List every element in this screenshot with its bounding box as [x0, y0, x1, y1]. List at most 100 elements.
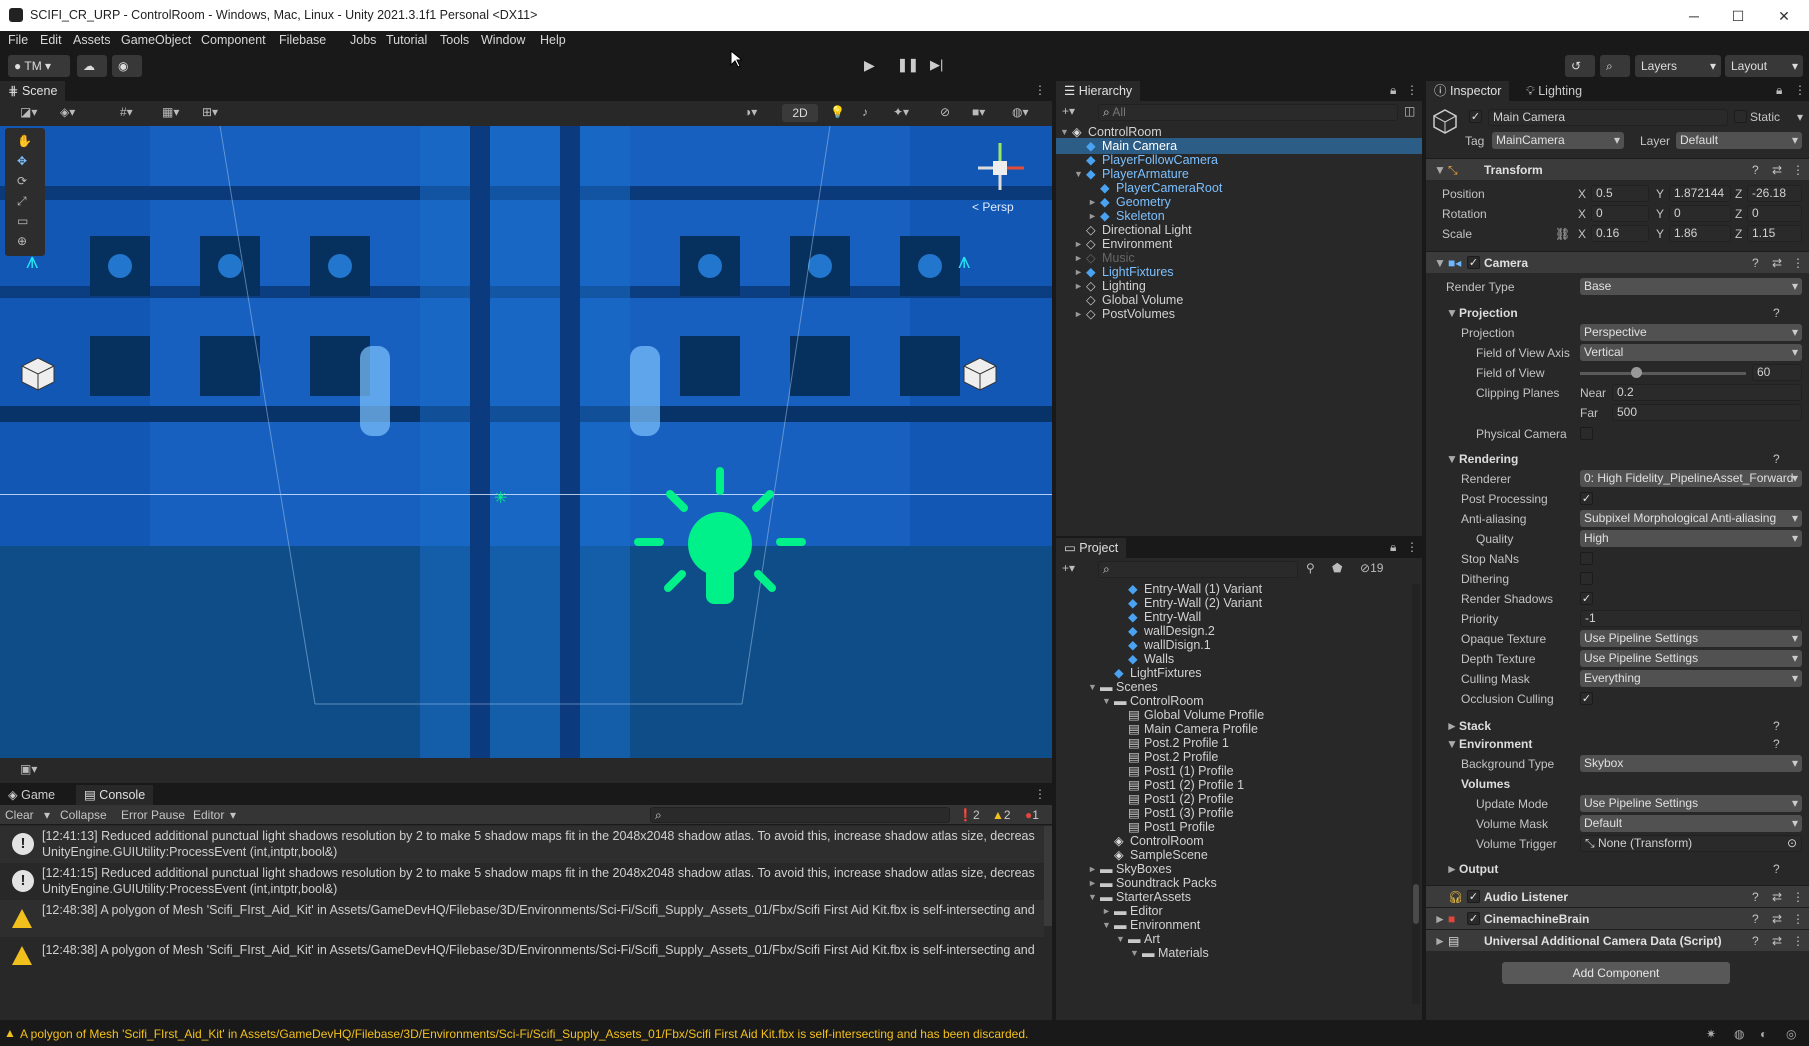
collab-icon[interactable]: ◉	[112, 55, 142, 77]
hierarchy-search-input[interactable]: ⌕ All	[1098, 104, 1398, 121]
position-x-field[interactable]: 0.5	[1591, 185, 1649, 202]
physical-camera-checkbox[interactable]	[1580, 427, 1593, 440]
background-type-dropdown[interactable]: Skybox	[1580, 755, 1802, 772]
console-entry[interactable]: [12:48:38] A polygon of Mesh 'Scifi_FIrs…	[0, 937, 1044, 974]
tab-project[interactable]: ▭ Project	[1056, 538, 1127, 558]
clear-button[interactable]: Clear	[5, 808, 34, 822]
kebab-menu-icon[interactable]: ⋮	[1792, 912, 1804, 926]
menu-tutorial[interactable]: Tutorial	[386, 33, 427, 47]
culling-mask-dropdown[interactable]: Everything	[1580, 670, 1802, 687]
gizmos-icon[interactable]: ◍▾	[1012, 105, 1029, 119]
help-icon[interactable]: ?	[1752, 163, 1759, 177]
kebab-menu-icon[interactable]: ⋮	[1792, 934, 1804, 948]
scale-z-field[interactable]: 1.15	[1747, 225, 1802, 242]
quality-dropdown[interactable]: High	[1580, 530, 1802, 547]
environment-section-header[interactable]: Environment	[1459, 737, 1532, 751]
console-entry[interactable]: ! [12:41:15] Reduced additional punctual…	[0, 863, 1044, 900]
menu-component[interactable]: Component	[201, 33, 266, 47]
lock-icon[interactable]: 🔒︎	[1390, 83, 1396, 98]
overlay-menu-icon[interactable]: ▣▾	[20, 762, 37, 776]
preset-icon[interactable]: ⇄	[1772, 934, 1782, 948]
kebab-menu-icon[interactable]: ⋮	[1406, 83, 1418, 97]
move-tool-icon[interactable]: ✥	[17, 154, 27, 168]
tab-scene[interactable]: ⋕ Scene	[0, 81, 66, 101]
tag-dropdown[interactable]: MainCamera	[1492, 132, 1624, 149]
search-by-label-icon[interactable]: ⬟	[1332, 561, 1342, 575]
fov-axis-dropdown[interactable]: Vertical	[1580, 344, 1802, 361]
history-icon[interactable]: ↺	[1565, 55, 1595, 77]
layers-dropdown[interactable]: Layers ▾	[1635, 55, 1721, 77]
project-scrollbar[interactable]	[1412, 584, 1420, 1004]
rotation-z-field[interactable]: 0	[1747, 205, 1802, 222]
projection-section-header[interactable]: Projection	[1459, 306, 1518, 320]
occlusion-culling-checkbox[interactable]: ✓	[1580, 692, 1593, 705]
tab-lighting[interactable]: 💡︎ Lighting	[1518, 81, 1590, 101]
spotlight-gizmo-icon[interactable]: ⩚	[958, 248, 970, 274]
update-mode-dropdown[interactable]: Use Pipeline Settings	[1580, 795, 1802, 812]
anti-aliasing-dropdown[interactable]: Subpixel Morphological Anti-aliasing	[1580, 510, 1802, 527]
help-icon[interactable]: ?	[1752, 256, 1759, 270]
maximize-icon[interactable]: ☐	[1720, 4, 1756, 28]
add-icon[interactable]: +▾	[1062, 104, 1075, 118]
preset-icon[interactable]: ⇄	[1772, 912, 1782, 926]
render-type-dropdown[interactable]: Base	[1580, 278, 1802, 295]
stack-section-header[interactable]: Stack	[1459, 719, 1491, 733]
preset-icon[interactable]: ⇄	[1772, 890, 1782, 904]
scene-visibility-icon[interactable]: ◫	[1404, 104, 1415, 118]
foldout-icon[interactable]: ▼	[1446, 737, 1458, 751]
scene-viewport[interactable]: ✋ ✥ ⟳ ⤢ ▭ ⊕ < Persp ⩚ ⩚ ✳	[0, 126, 1052, 758]
dithering-checkbox[interactable]	[1580, 572, 1593, 585]
project-search-input[interactable]: ⌕	[1098, 561, 1298, 578]
camera-header[interactable]: ▼ ■◂ ✓ Camera ? ⇄ ⋮	[1426, 251, 1809, 273]
transform-header[interactable]: ▼ ⤡ Transform ? ⇄ ⋮	[1426, 158, 1809, 180]
grid-snap-icon[interactable]: #▾	[120, 105, 133, 119]
console-scrollbar[interactable]	[1044, 826, 1052, 926]
depth-texture-dropdown[interactable]: Use Pipeline Settings	[1580, 650, 1802, 667]
cube-gizmo-icon[interactable]	[20, 356, 56, 392]
help-icon[interactable]: ?	[1752, 912, 1759, 926]
point-light-gizmo-icon[interactable]: ✳	[494, 488, 507, 508]
priority-field[interactable]: -1	[1580, 610, 1802, 627]
bug-icon[interactable]: ✷	[1706, 1027, 1716, 1041]
stop-nans-checkbox[interactable]	[1580, 552, 1593, 565]
lock-icon[interactable]: 🔒︎	[1776, 83, 1782, 98]
help-icon[interactable]: ?	[1773, 737, 1780, 751]
kebab-menu-icon[interactable]: ⋮	[1794, 83, 1806, 97]
rect-tool-icon[interactable]: ▭	[17, 214, 28, 228]
close-icon[interactable]: ✕	[1766, 4, 1802, 28]
renderer-dropdown[interactable]: 0: High Fidelity_PipelineAsset_Forward	[1580, 470, 1802, 487]
light-bulb-gizmo-icon[interactable]	[630, 466, 810, 626]
render-mode-icon[interactable]: ◈▾	[60, 105, 75, 119]
info-count[interactable]: ❗2	[958, 808, 980, 822]
help-icon[interactable]: ?	[1773, 306, 1780, 320]
progress-icon[interactable]: ◐	[1760, 1027, 1767, 1041]
camera-data-header[interactable]: ► ▤ Universal Additional Camera Data (Sc…	[1426, 929, 1809, 951]
projection-dropdown[interactable]: Perspective	[1580, 324, 1802, 341]
notifications-icon[interactable]: ◎	[1786, 1027, 1796, 1041]
expand-arrow-icon[interactable]: ▼	[1130, 945, 1139, 961]
menu-edit[interactable]: Edit	[40, 33, 62, 47]
perspective-label[interactable]: < Persp	[972, 200, 1014, 214]
pause-icon[interactable]: ❚❚	[897, 57, 919, 73]
console-search-input[interactable]: ⌕	[650, 807, 950, 823]
tab-hierarchy[interactable]: ☰ Hierarchy	[1056, 81, 1141, 101]
console-entry[interactable]: ! [12:41:13] Reduced additional punctual…	[0, 826, 1044, 863]
step-icon[interactable]: ▶|	[930, 57, 943, 73]
menu-file[interactable]: File	[8, 33, 28, 47]
menu-filebase[interactable]: Filebase	[279, 33, 326, 47]
kebab-menu-icon[interactable]: ⋮	[1034, 83, 1046, 97]
help-icon[interactable]: ?	[1752, 934, 1759, 948]
constrain-proportions-icon[interactable]: ⛓	[1555, 227, 1570, 241]
fov-slider-handle[interactable]	[1631, 367, 1642, 378]
audio-toggle-icon[interactable]: ♪	[862, 105, 868, 119]
status-message[interactable]: A polygon of Mesh 'Scifi_FIrst_Aid_Kit' …	[20, 1027, 1028, 1041]
increment-snap-icon[interactable]: ⊞▾	[202, 105, 218, 119]
transform-tool-icon[interactable]: ⊕	[17, 234, 27, 248]
kebab-menu-icon[interactable]: ⋮	[1034, 787, 1046, 801]
scale-tool-icon[interactable]: ⤢	[17, 194, 27, 209]
help-icon[interactable]: ?	[1752, 890, 1759, 904]
minimize-icon[interactable]: ─	[1676, 4, 1712, 28]
spotlight-gizmo-icon[interactable]: ⩚	[26, 248, 38, 274]
opaque-texture-dropdown[interactable]: Use Pipeline Settings	[1580, 630, 1802, 647]
clear-dropdown-icon[interactable]: ▾	[44, 808, 50, 822]
